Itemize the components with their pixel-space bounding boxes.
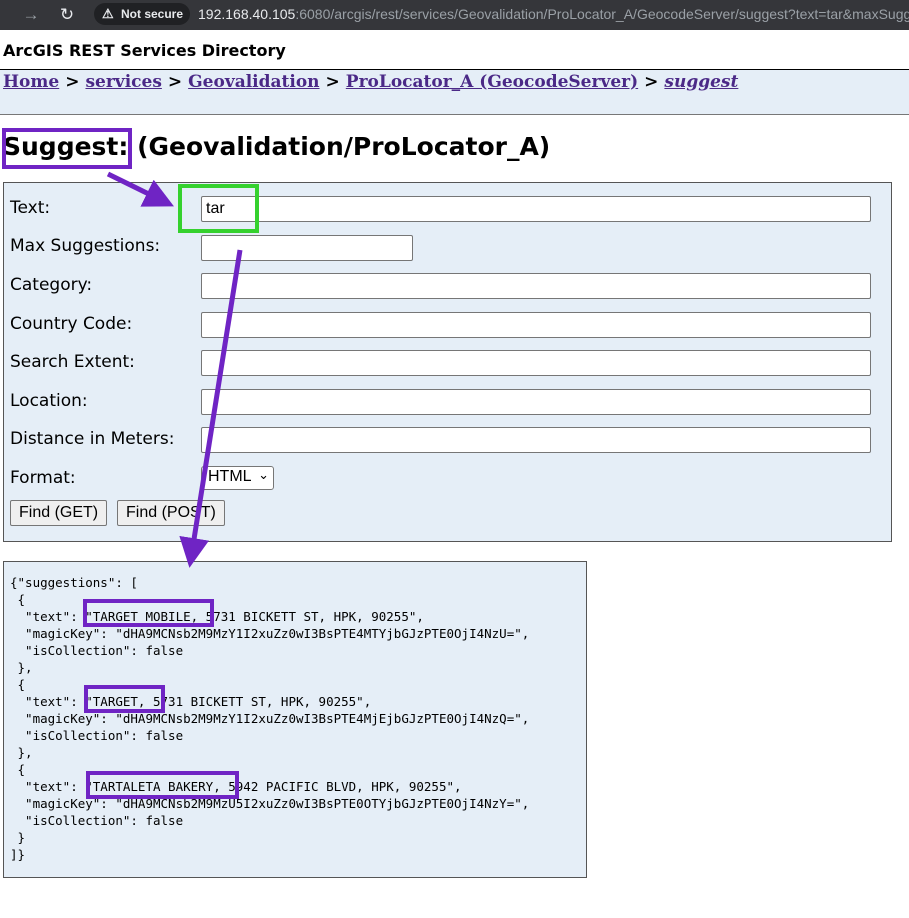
category-label: Category:: [10, 275, 93, 295]
result-line: "magicKey": "dHA9MCNsb2M9MzY1I2xuZz0wI3B…: [10, 626, 530, 641]
browser-toolbar: → ↻ ⚠ Not secure 192.168.40.105:6080/arc…: [0, 0, 909, 30]
text-input[interactable]: tar: [201, 196, 871, 222]
breadcrumb-services-link[interactable]: services: [85, 72, 161, 92]
security-chip[interactable]: ⚠ Not secure: [94, 3, 190, 25]
breadcrumb-current-link[interactable]: suggest: [664, 72, 738, 92]
distance-label: Distance in Meters:: [10, 429, 175, 449]
max-suggestions-input[interactable]: [201, 235, 413, 261]
result-line: {: [10, 762, 26, 777]
country-code-label: Country Code:: [10, 314, 133, 334]
breadcrumb-service-link[interactable]: ProLocator_A (GeocodeServer): [346, 72, 638, 92]
result-line: "text": "TARGET, 5731 BICKETT ST, HPK, 9…: [10, 694, 372, 709]
distance-input[interactable]: [201, 427, 871, 453]
result-line: "magicKey": "dHA9MCNsb2M9MzY1I2xuZz0wI3B…: [10, 711, 530, 726]
url-host: 192.168.40.105: [198, 6, 296, 22]
page-title: Suggest: (Geovalidation/ProLocator_A): [3, 132, 550, 161]
result-line: },: [10, 745, 33, 760]
location-input[interactable]: [201, 389, 871, 415]
forward-arrow-icon[interactable]: →: [20, 4, 42, 26]
result-line: "isCollection": false: [10, 813, 184, 828]
page-title-service: (Geovalidation/ProLocator_A): [137, 132, 551, 161]
result-line: {: [10, 592, 26, 607]
url-path: :6080/arcgis/rest/services/Geovalidation…: [295, 6, 909, 22]
result-line: ]}: [10, 847, 26, 862]
format-select-value: HTML: [208, 468, 252, 485]
format-select[interactable]: HTML ⌄: [201, 466, 274, 490]
result-line: "text": "TARGET MOBILE, 5731 BICKETT ST,…: [10, 609, 424, 624]
result-line: {: [10, 677, 26, 692]
result-line: "magicKey": "dHA9MCNsb2M9MzU5I2xuZz0wI3B…: [10, 796, 530, 811]
country-code-input[interactable]: [201, 312, 871, 338]
breadcrumb: Home > services > Geovalidation > ProLocator_A…: [3, 72, 738, 92]
address-bar[interactable]: 192.168.40.105:6080/arcgis/rest/services…: [198, 4, 909, 24]
text-label: Text:: [10, 198, 51, 218]
reload-icon[interactable]: ↻: [56, 4, 78, 26]
max-suggestions-label: Max Suggestions:: [10, 236, 161, 256]
breadcrumb-home-link[interactable]: Home: [3, 72, 59, 92]
security-label: Not secure: [121, 7, 184, 21]
result-line: {"suggestions": [: [10, 575, 138, 590]
breadcrumb-separator: >: [644, 72, 659, 92]
breadcrumb-separator: >: [325, 72, 340, 92]
result-line: }: [10, 830, 26, 845]
result-line: },: [10, 660, 33, 675]
page-title-operation: Suggest:: [3, 132, 129, 161]
find-get-button[interactable]: Find (GET): [10, 500, 108, 526]
result-line: "isCollection": false: [10, 643, 184, 658]
location-label: Location:: [10, 391, 88, 411]
result-line: "text": "TARTALETA BAKERY, 5942 PACIFIC …: [10, 779, 462, 794]
breadcrumb-separator: >: [65, 72, 80, 92]
category-input[interactable]: [201, 273, 871, 299]
breadcrumb-separator: >: [167, 72, 183, 92]
chevron-down-icon: ⌄: [258, 467, 269, 482]
breadcrumb-folder-link[interactable]: Geovalidation: [188, 72, 319, 92]
search-extent-input[interactable]: [201, 350, 871, 376]
find-post-button[interactable]: Find (POST): [117, 500, 225, 526]
directory-title: ArcGIS REST Services Directory: [3, 41, 286, 60]
result-line: "isCollection": false: [10, 728, 184, 743]
search-extent-label: Search Extent:: [10, 352, 135, 372]
format-label: Format:: [10, 468, 76, 488]
warning-icon: ⚠: [102, 6, 114, 21]
